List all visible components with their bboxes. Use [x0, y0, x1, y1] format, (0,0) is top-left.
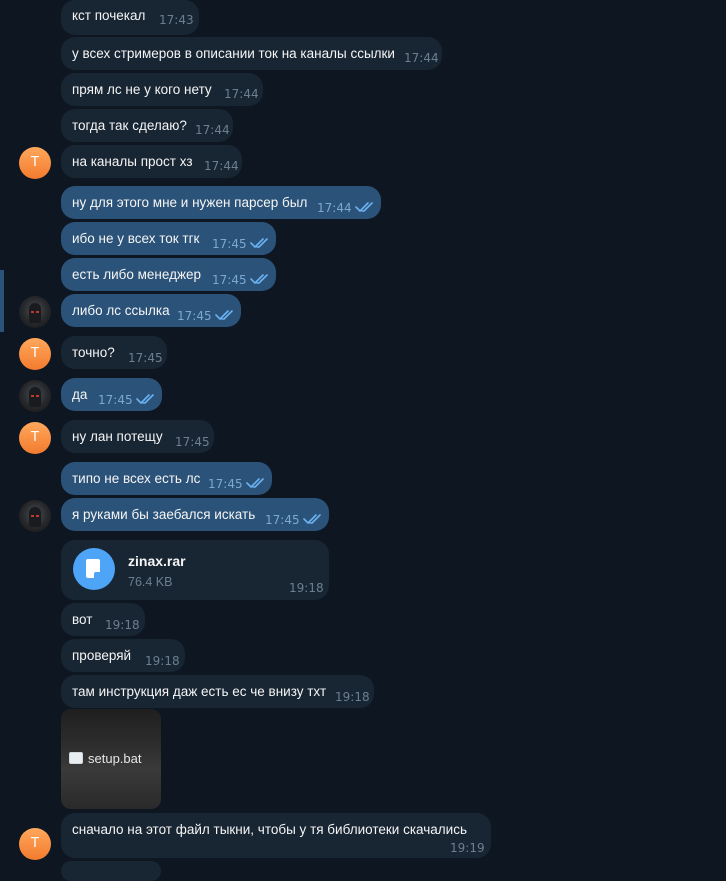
message-time: 19:18 [145, 654, 180, 668]
sender-avatar[interactable]: Т [19, 147, 51, 179]
message-time: 17:45 [175, 435, 210, 449]
document-sheet [86, 559, 100, 578]
message-time: 17:44 [195, 123, 230, 137]
message-bubble[interactable]: кст почекал 17:43 [61, 0, 199, 35]
outgoing-message-bubble[interactable]: да 17:45 [61, 378, 162, 411]
message-bubble[interactable]: ну лан потещу 17:45 [61, 420, 214, 453]
message-text: там инструкция даж есть ес че внизу тхт [72, 684, 327, 699]
double-check-icon [355, 202, 373, 212]
chat-history[interactable]: кст почекал 17:43 у всех стримеров в опи… [0, 0, 726, 881]
own-avatar[interactable] [19, 380, 51, 412]
message-time: 17:44 [204, 159, 239, 173]
message-text: на каналы прост хз [72, 154, 193, 169]
message-bubble[interactable]: точно? 17:45 [61, 336, 167, 369]
outgoing-message-bubble[interactable]: ну для этого мне и нужен парсер был 17:4… [61, 186, 381, 219]
message-bubble[interactable] [61, 861, 161, 881]
scroll-position-marker [0, 270, 4, 332]
sender-avatar[interactable]: Т [19, 422, 51, 454]
message-text: кст почекал [72, 8, 146, 23]
message-time: 17:44 [317, 201, 352, 215]
message-bubble[interactable]: на каналы прост хз 17:44 [61, 145, 242, 178]
message-text: да [72, 387, 88, 402]
message-time: 19:18 [105, 618, 140, 632]
message-text: ну лан потещу [72, 429, 163, 444]
double-check-icon [250, 274, 268, 284]
message-time: 19:19 [450, 841, 485, 855]
message-time: 19:18 [289, 581, 324, 595]
message-text: у всех стримеров в описании ток на канал… [72, 46, 395, 61]
message-text: вот [72, 612, 93, 627]
double-check-icon [136, 394, 154, 404]
avatar-figure [29, 507, 41, 527]
message-time: 17:43 [159, 13, 194, 27]
message-text: сначало на этот файл тыкни, чтобы у тя б… [72, 822, 467, 837]
message-time: 17:44 [404, 51, 439, 65]
file-size: 76.4 KB [128, 575, 173, 589]
own-avatar[interactable] [19, 296, 51, 328]
message-text: проверяй [72, 648, 132, 663]
avatar-detail [31, 395, 34, 397]
double-check-icon [246, 478, 264, 488]
double-check-icon [250, 238, 268, 248]
message-text: типо не всех есть лс [72, 471, 201, 486]
message-bubble[interactable]: вот 19:18 [61, 603, 145, 636]
double-check-icon [303, 514, 321, 524]
message-time: 17:45 [177, 309, 212, 323]
attachment-filename: setup.bat [88, 751, 142, 766]
avatar-figure [29, 303, 41, 323]
sender-avatar[interactable]: Т [19, 828, 51, 860]
message-time: 17:45 [98, 393, 133, 407]
message-bubble[interactable]: у всех стримеров в описании ток на канал… [61, 37, 442, 70]
avatar-figure [29, 387, 41, 407]
double-check-icon [215, 310, 233, 320]
message-time: 17:45 [208, 477, 243, 491]
document-icon[interactable] [73, 548, 115, 590]
message-time: 19:18 [335, 690, 370, 704]
message-bubble[interactable]: там инструкция даж есть ес че внизу тхт … [61, 675, 374, 708]
message-text: я руками бы заебался искать [72, 507, 256, 522]
outgoing-message-bubble[interactable]: типо не всех есть лс 17:45 [61, 462, 272, 495]
outgoing-message-bubble[interactable]: есть либо менеджер 17:45 [61, 258, 276, 291]
outgoing-message-bubble[interactable]: либо лс ссылка 17:45 [61, 294, 241, 327]
outgoing-message-bubble[interactable]: я руками бы заебался искать 17:45 [61, 498, 329, 531]
message-text: ибо не у всех ток тгк [72, 231, 200, 246]
message-text: точно? [72, 345, 115, 360]
message-text: есть либо менеджер [72, 267, 202, 282]
message-bubble[interactable]: тогда так сделаю? 17:44 [61, 109, 233, 142]
avatar-detail [31, 515, 34, 517]
message-text: прям лс не у кого нету [72, 82, 212, 97]
own-avatar[interactable] [19, 500, 51, 532]
file-message[interactable]: zinax.rar 76.4 KB 19:18 [61, 540, 329, 600]
message-time: 17:45 [128, 351, 163, 365]
image-attachment[interactable]: setup.bat [61, 709, 161, 809]
message-bubble[interactable]: проверяй 19:18 [61, 639, 185, 672]
outgoing-message-bubble[interactable]: ибо не у всех ток тгк 17:45 [61, 222, 276, 255]
avatar-detail [36, 311, 39, 313]
message-bubble[interactable]: сначало на этот файл тыкни, чтобы у тя б… [61, 813, 491, 858]
message-time: 17:45 [265, 513, 300, 527]
document-fold [94, 572, 100, 578]
avatar-detail [31, 311, 34, 313]
message-bubble[interactable]: прям лс не у кого нету 17:44 [61, 73, 263, 106]
batch-file-icon [69, 752, 83, 764]
message-text: тогда так сделаю? [72, 118, 187, 133]
avatar-detail [36, 395, 39, 397]
sender-avatar[interactable]: Т [19, 338, 51, 370]
file-name[interactable]: zinax.rar [128, 553, 186, 569]
avatar-detail [36, 515, 39, 517]
message-time: 17:45 [212, 273, 247, 287]
message-text: ну для этого мне и нужен парсер был [72, 195, 308, 210]
message-time: 17:44 [224, 87, 259, 101]
message-time: 17:45 [212, 237, 247, 251]
message-text: либо лс ссылка [72, 303, 170, 318]
